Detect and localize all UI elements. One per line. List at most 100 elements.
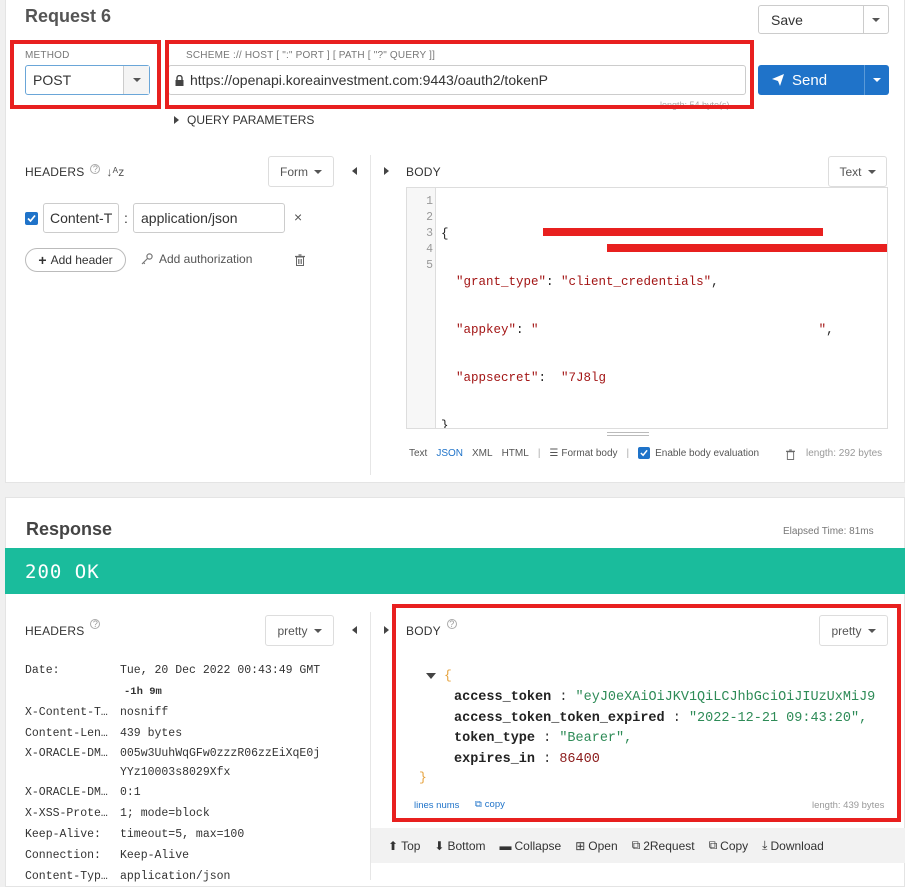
method-label: METHOD <box>25 50 70 61</box>
top-button[interactable]: ⬆ Top <box>388 839 420 853</box>
response-headers-list: Date: Tue, 20 Dec 2022 00:43:49 GMT -1h 9m… <box>25 660 345 887</box>
response-header-row: Connection: Keep-Alive <box>25 849 190 862</box>
copy-button[interactable]: ⧉ Copy <box>709 838 749 853</box>
header-enabled-checkbox[interactable] <box>25 212 38 225</box>
url-input[interactable]: https://openapi.koreainvestment.com:9443… <box>168 65 746 95</box>
arrow-up-circle-icon: ⬆ <box>388 838 399 853</box>
collapse-left-icon[interactable] <box>352 626 357 634</box>
response-body-length: length: 439 bytes <box>812 800 885 811</box>
resize-handle[interactable] <box>607 432 649 436</box>
request-body-mode-select[interactable]: Text <box>828 156 887 187</box>
send-dropdown-button[interactable] <box>864 65 889 95</box>
chevron-down-icon <box>314 169 322 174</box>
align-icon: ☰ <box>549 447 559 459</box>
save-dropdown-button[interactable] <box>863 5 889 34</box>
response-headers-mode-select[interactable]: pretty <box>265 615 334 646</box>
header-name-input[interactable]: Content-T <box>43 203 119 233</box>
pane-divider[interactable] <box>370 155 371 475</box>
response-header-row: X-XSS-Prote… 1; mode=block <box>25 807 210 820</box>
bottom-button[interactable]: ⬇ Bottom <box>434 839 485 853</box>
format-body-button[interactable]: ☰ Format body <box>549 448 617 459</box>
request-headers-title: HEADERS ? ↓ᴬz <box>25 164 125 179</box>
response-header-row: X-ORACLE-DM… 005w3UuhWqGFw0zzzR06zzEiXqE0… <box>25 747 321 779</box>
json-fields: access_token : "eyJ0eXAiOiJKV1QiLCJhbGci… <box>454 688 875 770</box>
copy-icon: ⧉ <box>475 799 482 810</box>
json-field: expires_in : 86400 <box>454 751 600 767</box>
add-authorization-button[interactable]: Add authorization <box>141 252 252 266</box>
chevron-down-icon <box>867 628 876 633</box>
header-value-input[interactable]: application/json <box>133 203 285 233</box>
plus-square-icon: ⊞ <box>575 838 586 853</box>
request-body-toolbar: Text JSON XML HTML | ☰ Format body | Enab… <box>409 447 760 459</box>
copy-icon: ⧉ <box>631 838 641 852</box>
response-body-title: BODY ? <box>406 619 457 638</box>
format-html[interactable]: HTML <box>502 448 529 459</box>
key-icon <box>141 253 153 265</box>
response-headers-title: HEADERS ? <box>25 619 101 638</box>
format-xml[interactable]: XML <box>472 448 493 459</box>
collapse-button[interactable]: ▬ Collapse <box>500 839 562 853</box>
check-icon <box>638 447 651 459</box>
arrow-down-circle-icon: ⬇ <box>434 838 445 853</box>
help-icon: ? <box>446 619 457 629</box>
chevron-down-icon <box>313 628 322 633</box>
redaction-mark <box>543 228 823 236</box>
open-button[interactable]: ⊞ Open <box>575 839 617 853</box>
copy-link[interactable]: ⧉ copy <box>475 799 505 810</box>
trash-icon[interactable] <box>786 447 795 465</box>
method-select[interactable]: POST <box>25 65 150 95</box>
request-body-length: length: 292 bytes <box>806 448 883 459</box>
request-body-title: BODY <box>406 165 441 179</box>
json-field: token_type : "Bearer", <box>454 731 633 746</box>
status-bar: 200 OK <box>5 548 905 594</box>
collapse-left-icon[interactable] <box>352 167 357 175</box>
sort-icon[interactable]: ↓ᴬz <box>106 165 124 179</box>
line-numbers: 1 2 3 4 5 <box>426 195 433 272</box>
request-body-editor[interactable]: 1 2 3 4 5 { "grant_type": "client_creden… <box>406 187 888 429</box>
save-button[interactable]: Save <box>758 5 864 34</box>
elapsed-time: Elapsed Time: 81ms <box>783 526 874 537</box>
to-request-button[interactable]: ⧉ 2Request <box>632 838 695 853</box>
download-button[interactable]: ⤓ Download <box>762 838 824 853</box>
chevron-down-icon <box>123 66 149 94</box>
response-header-row: Content-Len… 439 bytes <box>25 727 183 740</box>
response-json-view: { access_token : "eyJ0eXAiOiJKV1QiLCJhbG… <box>406 665 890 795</box>
copy-icon: ⧉ <box>708 838 718 852</box>
lines-nums-toggle[interactable]: lines nums <box>414 800 459 811</box>
status-text: 200 OK <box>25 561 100 583</box>
format-json[interactable]: JSON <box>436 448 463 459</box>
enable-body-evaluation-checkbox[interactable]: Enable body evaluation <box>638 447 759 459</box>
send-button[interactable]: Send <box>758 65 864 95</box>
minus-square-icon: ▬ <box>499 838 512 853</box>
send-icon <box>772 74 784 86</box>
add-header-button[interactable]: + Add header <box>25 248 126 272</box>
header-separator: : <box>124 210 128 226</box>
chevron-down-icon <box>873 78 881 82</box>
format-text[interactable]: Text <box>409 448 427 459</box>
json-open-brace: { <box>444 668 452 683</box>
json-field: access_token_token_expired : "2022-12-21… <box>454 710 868 726</box>
download-icon: ⤓ <box>762 838 768 852</box>
lock-icon <box>175 74 184 86</box>
expand-right-icon[interactable] <box>384 167 389 175</box>
response-header-row: Date: Tue, 20 Dec 2022 00:43:49 GMT -1h 9m <box>25 664 321 698</box>
response-header-row: X-Content-T… nosniff <box>25 706 169 719</box>
request-title: Request 6 <box>25 6 112 26</box>
json-close-brace: } <box>419 770 427 785</box>
query-parameters-toggle[interactable]: QUERY PARAMETERS <box>174 113 314 127</box>
response-header-row: Keep-Alive: timeout=5, max=100 <box>25 828 245 841</box>
collapse-toggle-icon[interactable] <box>426 673 436 679</box>
chevron-down-icon <box>867 169 876 174</box>
trash-icon[interactable] <box>295 253 305 271</box>
plus-icon: + <box>38 252 47 268</box>
remove-header-icon[interactable]: × <box>294 209 302 225</box>
response-action-bar: ⬆ Top ⬇ Bottom ▬ Collapse ⊞ Open ⧉ 2Request ⧉… <box>371 828 905 863</box>
response-title: Response <box>26 519 113 539</box>
check-icon <box>27 214 36 223</box>
redaction-mark <box>607 244 887 252</box>
request-headers-mode-select[interactable]: Form <box>268 156 334 187</box>
expand-right-icon[interactable] <box>384 626 389 634</box>
response-body-mode-select[interactable]: pretty <box>819 615 888 646</box>
response-header-row: X-ORACLE-DM… 0:1 <box>25 786 141 799</box>
method-value: POST <box>33 72 72 88</box>
